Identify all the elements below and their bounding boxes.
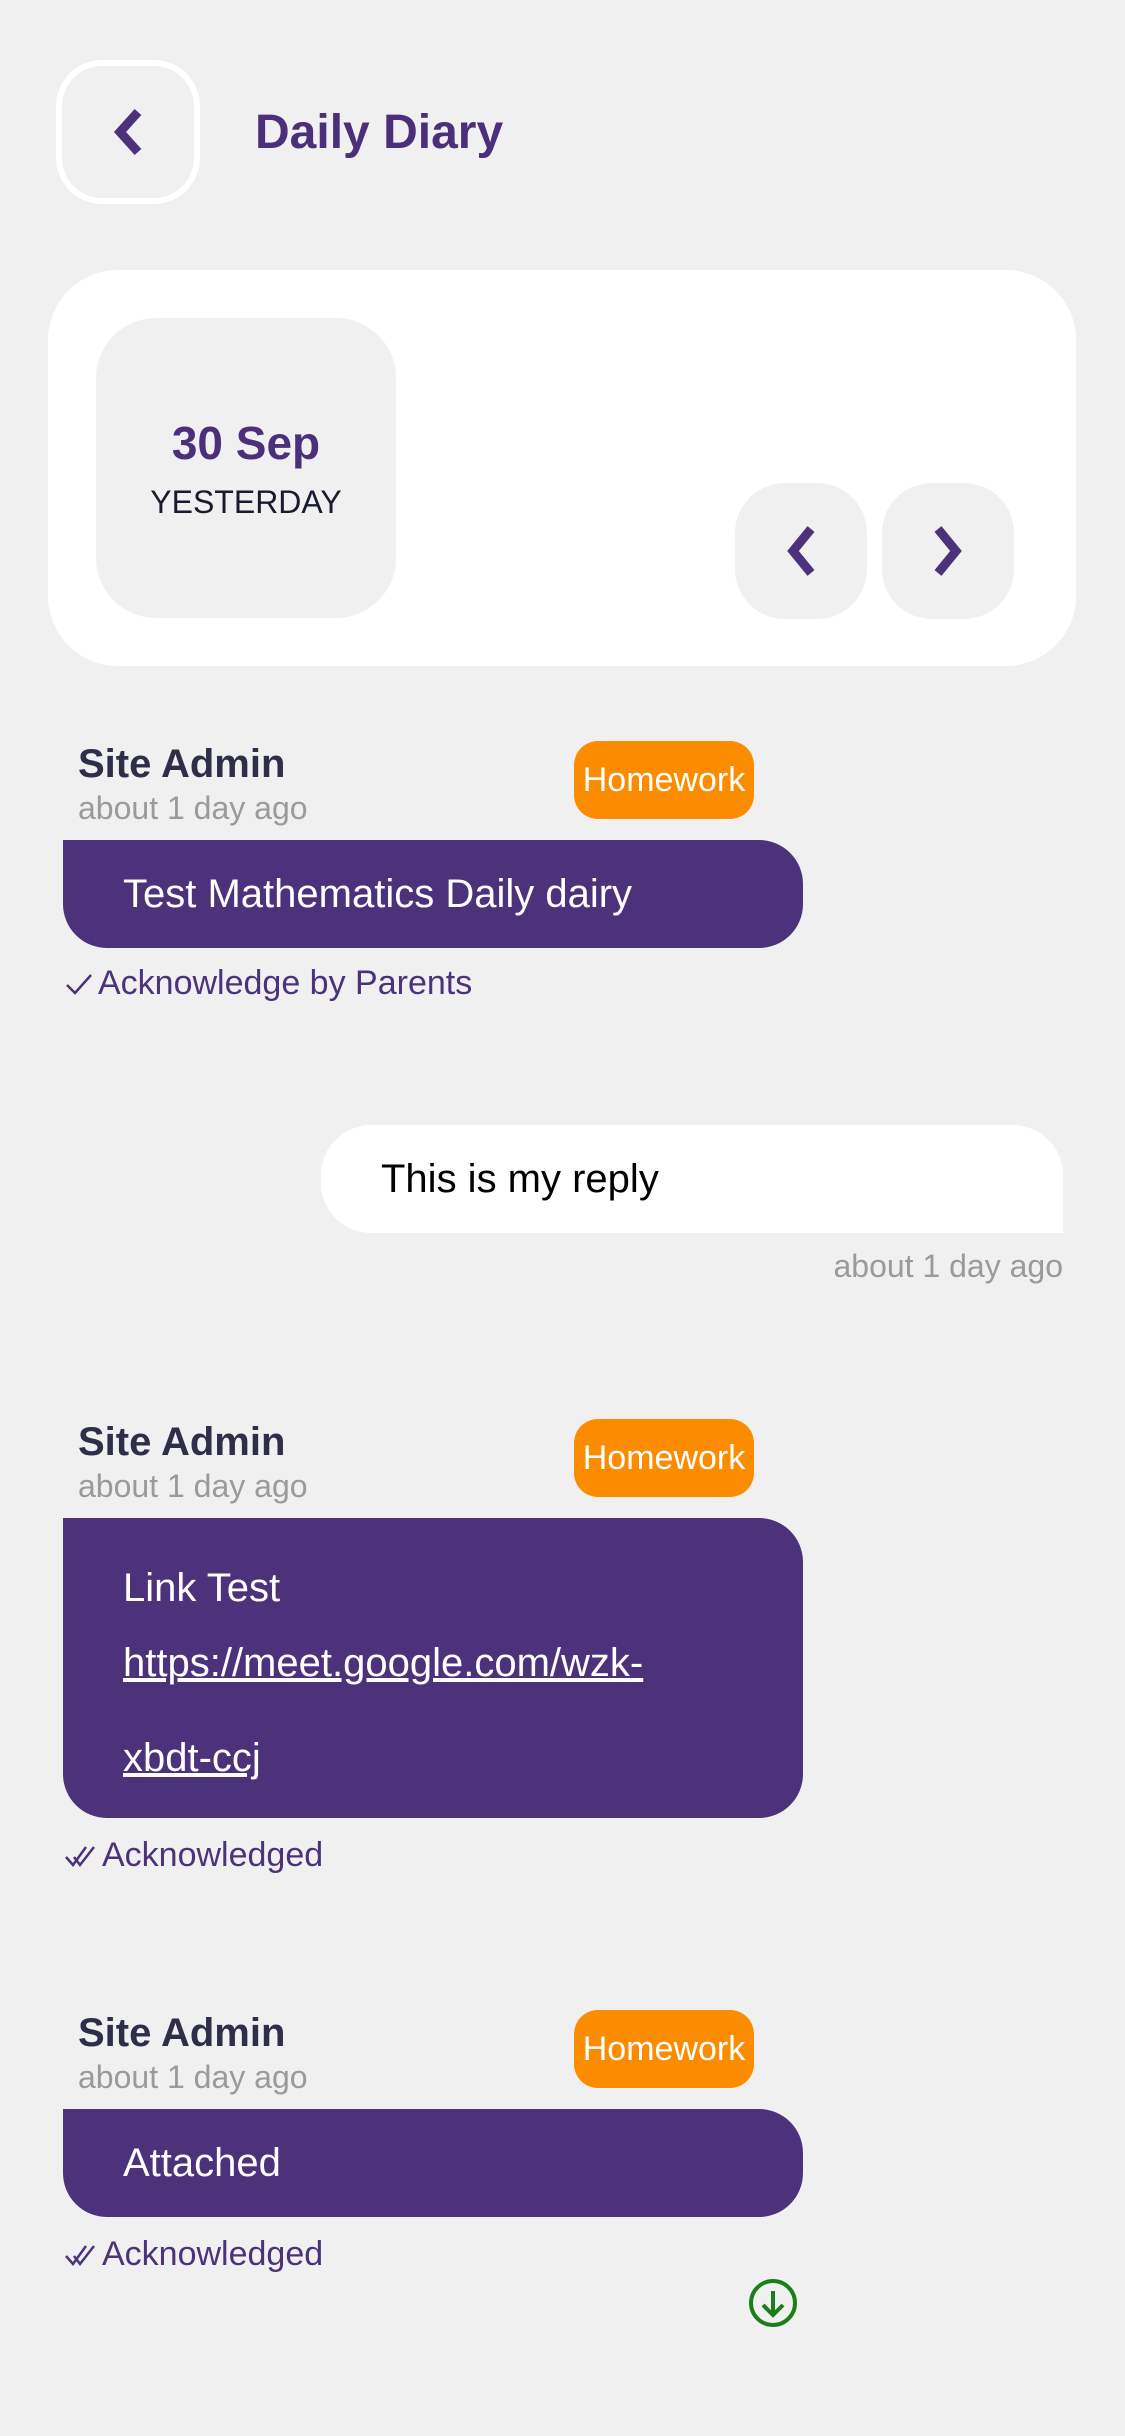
date-relative-label: YESTERDAY xyxy=(150,483,342,520)
meet-link[interactable]: https://meet.google.com/wzk- xyxy=(123,1628,743,1698)
download-icon xyxy=(749,2279,797,2327)
message-sender: Site Admin xyxy=(78,742,286,786)
reply-text: This is my reply xyxy=(381,1156,659,1201)
previous-day-button[interactable] xyxy=(735,483,867,619)
page-title: Daily Diary xyxy=(255,106,504,159)
next-day-button[interactable] xyxy=(882,483,1014,619)
category-badge: Homework xyxy=(574,1419,754,1497)
chevron-right-icon xyxy=(934,526,962,576)
double-check-icon xyxy=(65,1845,95,1867)
meet-link-continuation[interactable]: xbdt-ccj xyxy=(123,1728,743,1788)
message-sender: Site Admin xyxy=(78,1420,286,1464)
chevron-left-icon xyxy=(787,526,815,576)
download-attachment-button[interactable] xyxy=(748,2278,798,2328)
message-bubble[interactable]: Link Test https://meet.google.com/wzk- x… xyxy=(63,1518,803,1818)
date-display: 30 Sep YESTERDAY xyxy=(96,318,396,618)
message-text: Test Mathematics Daily dairy xyxy=(123,871,633,916)
message-time: about 1 day ago xyxy=(78,2059,308,2095)
category-badge: Homework xyxy=(574,741,754,819)
back-button[interactable] xyxy=(56,60,200,204)
message-time: about 1 day ago xyxy=(78,790,308,826)
acknowledge-text: Acknowledge by Parents xyxy=(98,964,473,1002)
acknowledge-status: Acknowledged xyxy=(64,2235,323,2274)
reply-bubble[interactable]: This is my reply xyxy=(321,1125,1063,1233)
acknowledge-text: Acknowledged xyxy=(102,1836,324,1874)
acknowledge-status: Acknowledged xyxy=(64,1836,323,1875)
message-bubble[interactable]: Test Mathematics Daily dairy xyxy=(63,840,803,948)
acknowledge-text: Acknowledged xyxy=(102,2235,324,2273)
check-icon xyxy=(66,973,92,995)
date-card: 30 Sep YESTERDAY xyxy=(48,270,1076,666)
acknowledge-status: Acknowledge by Parents xyxy=(64,964,472,1003)
double-check-icon xyxy=(65,2244,95,2266)
message-time: about 1 day ago xyxy=(78,1468,308,1504)
category-badge: Homework xyxy=(574,2010,754,2088)
message-bubble[interactable]: Attached xyxy=(63,2109,803,2217)
chevron-left-icon xyxy=(113,108,142,156)
reply-time: about 1 day ago xyxy=(833,1248,1063,1284)
message-sender: Site Admin xyxy=(78,2011,286,2055)
message-text: Attached xyxy=(123,2140,281,2185)
date-label: 30 Sep xyxy=(171,416,321,469)
message-text: Link Test xyxy=(123,1566,281,1610)
